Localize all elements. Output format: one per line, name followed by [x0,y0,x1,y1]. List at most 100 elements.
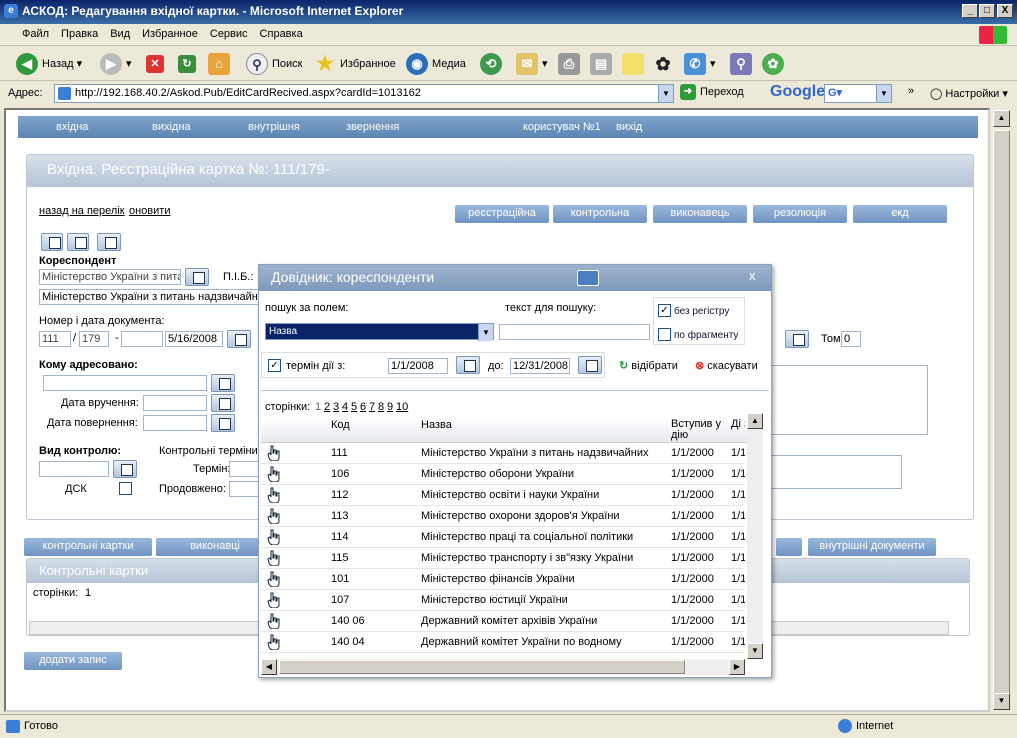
page-6[interactable]: 6 [360,401,366,413]
col-code[interactable]: Код [331,419,350,431]
icq-button[interactable]: ✿ [762,52,788,76]
select-hand-icon[interactable] [267,613,281,629]
history-button[interactable]: ⟲ [480,52,506,76]
select-button[interactable]: ↻ відібрати [619,359,678,372]
return-calendar-icon[interactable] [211,414,235,432]
page-9[interactable]: 9 [387,401,393,413]
new-document-icon[interactable] [97,233,121,251]
page-3[interactable]: 3 [333,401,339,413]
correspondent-row[interactable]: 140 06 Державний комітет архівів України 1… [261,611,745,632]
nav-appeals[interactable]: звернення [346,121,399,133]
addressed-field[interactable] [43,375,207,391]
menu-help[interactable]: Справка [254,24,309,40]
menu-view[interactable]: Вид [104,24,136,40]
select-hand-icon[interactable] [267,487,281,503]
dialog-close-icon[interactable]: x [749,268,756,283]
select-hand-icon[interactable] [267,634,281,650]
correspondent-full-field[interactable]: Міністерство України з питань надзвичайн [39,289,263,305]
page-4[interactable]: 4 [342,401,348,413]
tab-executors[interactable]: виконавці [156,538,274,556]
scroll-thumb[interactable] [993,130,1010,694]
tab-registration[interactable]: реєстраційна [455,205,549,223]
refresh-link[interactable]: оновити [129,205,170,217]
date-from-field[interactable]: 1/1/2008 [388,358,448,374]
go-button[interactable]: ➜ Переход [680,84,744,103]
media-button[interactable]: ◉ Медиа [406,52,466,76]
print-button[interactable]: ⎙ [558,52,584,76]
correspondent-row[interactable]: 115 Міністерство транспорту і зв"язку Укр… [261,548,745,569]
volume-field[interactable]: 0 [841,331,861,347]
page-5[interactable]: 5 [351,401,357,413]
correspondent-row[interactable]: 112 Міністерство освіти і науки України 1/… [261,485,745,506]
col-name[interactable]: Назва [421,419,452,431]
tab-ekd[interactable]: екд [853,205,947,223]
case-insensitive-checkbox[interactable]: ✓ [658,304,671,317]
back-to-list-link[interactable]: назад на перелік [39,205,125,217]
grid-scroll-left-icon[interactable]: ◀ [261,659,277,675]
grid-hscroll[interactable]: ◀ ▶ [261,659,745,675]
delivery-date-field[interactable] [143,395,207,411]
scroll-up-icon[interactable]: ▲ [993,110,1010,127]
correspondent-row[interactable]: 106 Міністерство оборони України 1/1/2000 1… [261,464,745,485]
correspondent-row[interactable]: 111 Міністерство України з питань надзвич… [261,443,745,464]
close-window-button[interactable]: X [997,4,1013,18]
menu-tools[interactable]: Сервис [204,24,254,40]
docnum-part2[interactable]: 179 [79,331,109,347]
cancel-button[interactable]: ⊗ скасувати [695,359,758,372]
select-hand-icon[interactable] [267,571,281,587]
doc-date-field[interactable]: 5/16/2008 [165,331,223,347]
docnum-part1[interactable]: 111 [39,331,71,347]
google-settings-button[interactable]: ◯ Настройки ▾ [930,87,1008,100]
dsk-checkbox[interactable] [119,482,132,495]
correspondent-row[interactable]: 101 Міністерство фінансів України 1/1/2000… [261,569,745,590]
select-hand-icon[interactable] [267,550,281,566]
date-to-field[interactable]: 12/31/2008 [510,358,570,374]
favorites-button[interactable]: ★ Избранное [314,52,396,76]
page-scrollbar[interactable]: ▲ ▼ [992,108,1012,712]
flower-button[interactable]: ✿ [652,52,678,76]
page-2[interactable]: 2 [324,401,330,413]
correspondent-row[interactable]: 114 Міністерство праці та соціальної полі… [261,527,745,548]
col-start[interactable]: Вступив у дію [671,419,731,441]
addressed-lookup-button[interactable] [211,374,235,392]
correspondent-row[interactable]: 113 Міністерство охорони здоров'я України… [261,506,745,527]
date-to-calendar-icon[interactable] [578,356,602,374]
nav-internal[interactable]: внутрішня [248,121,300,133]
grid-scroll-down-icon[interactable]: ▼ [747,643,763,659]
tab-executor[interactable]: виконавець [653,205,747,223]
address-input[interactable]: http://192.168.40.2/Askod.Pub/EditCardRe… [54,84,674,103]
page-8[interactable]: 8 [378,401,384,413]
correspondent-row[interactable]: 107 Міністерство юстиції України 1/1/2000 1… [261,590,745,611]
edit-button[interactable]: ▤ [590,52,616,76]
menu-favorites[interactable]: Избранное [136,24,204,40]
menu-edit[interactable]: Правка [55,24,104,40]
search-button[interactable]: ⚲ Поиск [246,52,302,76]
docnum-part3[interactable] [121,331,163,347]
maximize-button[interactable]: □ [979,4,995,18]
address-dropdown-icon[interactable]: ▼ [658,85,673,102]
chevron-more-icon[interactable]: » [908,85,914,97]
forward-button[interactable]: ▶ ▾ [100,52,132,76]
page-7[interactable]: 7 [369,401,375,413]
correspondent-row[interactable]: 140 04 Державний комітет України по водно… [261,632,745,653]
doc-date-calendar-icon[interactable] [227,330,251,348]
grid-vscroll[interactable]: ▲ ▼ [747,413,763,659]
cancel-icon[interactable] [67,233,89,251]
tab-control-cards[interactable]: контрольні картки [24,538,152,556]
select-hand-icon[interactable] [267,466,281,482]
page-10[interactable]: 10 [396,401,408,413]
grid-scroll-right-icon[interactable]: ▶ [729,659,745,675]
grid-hscroll-thumb[interactable] [279,660,685,674]
save-icon[interactable] [41,233,63,251]
scroll-down-icon[interactable]: ▼ [993,693,1010,710]
refresh-button[interactable]: ↻ [178,52,200,76]
fragment-checkbox[interactable] [658,328,671,341]
delivery-calendar-icon[interactable] [211,394,235,412]
menu-file[interactable]: Файл [0,24,55,40]
messenger-button[interactable]: ✆ ▾ [684,52,716,76]
col-end[interactable]: Ді зак [731,419,745,430]
nav-outgoing[interactable]: вихідна [152,121,191,133]
select-hand-icon[interactable] [267,508,281,524]
add-record-button[interactable]: додати запис [24,652,122,670]
select-hand-icon[interactable] [267,529,281,545]
